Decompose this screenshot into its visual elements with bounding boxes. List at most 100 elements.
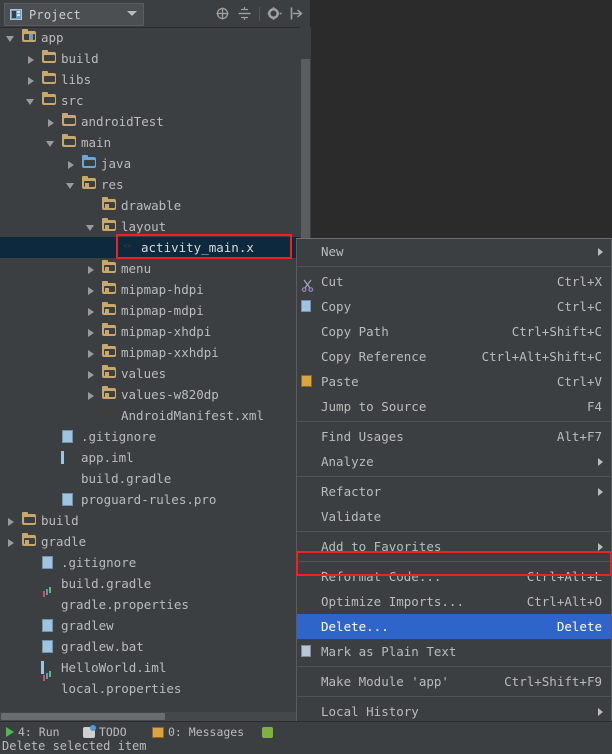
- settings-gear-icon[interactable]: [267, 6, 282, 21]
- folder-icon: [102, 304, 116, 317]
- menu-item[interactable]: Validate: [297, 504, 611, 529]
- project-file-tree[interactable]: appbuildlibssrcandroidTestmainjavaresdra…: [0, 27, 310, 712]
- tree-item[interactable]: gradlew.bat: [0, 636, 310, 657]
- menu-item-label: Cut: [321, 269, 344, 294]
- tree-item[interactable]: proguard-rules.pro: [0, 489, 310, 510]
- tree-item[interactable]: .gitignore: [0, 552, 310, 573]
- tree-item[interactable]: app.iml: [0, 447, 310, 468]
- tree-item[interactable]: app: [0, 27, 310, 48]
- tree-item[interactable]: menu: [0, 258, 310, 279]
- menu-item[interactable]: Add to Favorites: [297, 534, 611, 559]
- chevron-right-icon[interactable]: [28, 77, 34, 85]
- menu-separator: [297, 421, 611, 422]
- menu-item[interactable]: New: [297, 239, 611, 264]
- project-view-selector[interactable]: Project: [4, 3, 144, 26]
- chevron-down-icon[interactable]: [86, 225, 94, 231]
- tree-item[interactable]: build.gradle: [0, 573, 310, 594]
- tree-item-label: androidTest: [81, 111, 164, 132]
- tree-item[interactable]: values: [0, 363, 310, 384]
- submenu-arrow-icon: [598, 708, 603, 716]
- tree-item[interactable]: build.gradle: [0, 468, 310, 489]
- chevron-right-icon[interactable]: [88, 392, 94, 400]
- tree-item[interactable]: mipmap-mdpi: [0, 300, 310, 321]
- tree-item[interactable]: values-w820dp: [0, 384, 310, 405]
- menu-item[interactable]: CutCtrl+X: [297, 269, 611, 294]
- tree-item[interactable]: build: [0, 48, 310, 69]
- menu-item-label: Delete...: [321, 614, 389, 639]
- collapse-target-icon[interactable]: [215, 6, 230, 21]
- menu-item[interactable]: Jump to SourceF4: [297, 394, 611, 419]
- menu-item-shortcut: Alt+F7: [557, 424, 602, 449]
- tree-item[interactable]: res: [0, 174, 310, 195]
- tree-item[interactable]: libs: [0, 69, 310, 90]
- chevron-right-icon[interactable]: [88, 308, 94, 316]
- file-context-menu[interactable]: New CutCtrl+XCopyCtrl+CCopy PathCtrl+Shif…: [296, 238, 612, 754]
- tree-item[interactable]: local.properties: [0, 678, 310, 699]
- chevron-right-icon[interactable]: [28, 56, 34, 64]
- chevron-right-icon[interactable]: [88, 329, 94, 337]
- menu-item[interactable]: Optimize Imports...Ctrl+Alt+O: [297, 589, 611, 614]
- collapse-all-icon[interactable]: [237, 6, 252, 21]
- folder-icon: [42, 73, 56, 86]
- menu-separator: [297, 531, 611, 532]
- tree-item[interactable]: gradle: [0, 531, 310, 552]
- tree-item[interactable]: HelloWorld.iml: [0, 657, 310, 678]
- chevron-right-icon[interactable]: [8, 539, 14, 547]
- tree-item[interactable]: .gitignore: [0, 426, 310, 447]
- chevron-down-icon[interactable]: [127, 11, 137, 16]
- tree-item[interactable]: drawable: [0, 195, 310, 216]
- chevron-right-icon[interactable]: [88, 350, 94, 358]
- folder-icon: [102, 199, 116, 212]
- menu-item[interactable]: Copy PathCtrl+Shift+C: [297, 319, 611, 344]
- tree-item-label: build.gradle: [81, 468, 171, 489]
- chevron-right-icon[interactable]: [48, 119, 54, 127]
- menu-item[interactable]: PasteCtrl+V: [297, 369, 611, 394]
- chevron-right-icon[interactable]: [88, 287, 94, 295]
- menu-item-label: Make Module 'app': [321, 669, 449, 694]
- tree-item[interactable]: layout: [0, 216, 310, 237]
- chevron-down-icon[interactable]: [66, 183, 74, 189]
- menu-item[interactable]: CopyCtrl+C: [297, 294, 611, 319]
- tree-item[interactable]: java: [0, 153, 310, 174]
- tree-item[interactable]: mipmap-xhdpi: [0, 321, 310, 342]
- tree-item[interactable]: mipmap-hdpi: [0, 279, 310, 300]
- chevron-down-icon[interactable]: [26, 99, 34, 105]
- tree-item[interactable]: build: [0, 510, 310, 531]
- chevron-right-icon[interactable]: [88, 266, 94, 274]
- menu-item-shortcut: Ctrl+Shift+F9: [504, 669, 602, 694]
- menu-item[interactable]: Make Module 'app' Ctrl+Shift+F9: [297, 669, 611, 694]
- cut-icon: [301, 275, 314, 288]
- chevron-right-icon[interactable]: [68, 161, 74, 169]
- hide-panel-icon[interactable]: [289, 6, 304, 21]
- tree-vertical-scrollbar[interactable]: [301, 59, 310, 241]
- menu-item[interactable]: Analyze: [297, 449, 611, 474]
- chevron-right-icon[interactable]: [8, 518, 14, 526]
- tree-item[interactable]: gradlew: [0, 615, 310, 636]
- menu-item-shortcut: Ctrl+Alt+L: [527, 564, 602, 589]
- tree-item[interactable]: mipmap-xxhdpi: [0, 342, 310, 363]
- chevron-down-icon[interactable]: [46, 141, 54, 147]
- menu-item[interactable]: Refactor: [297, 479, 611, 504]
- tree-item[interactable]: gradle.properties: [0, 594, 310, 615]
- tree-item-label: menu: [121, 258, 151, 279]
- tree-item[interactable]: androidTest: [0, 111, 310, 132]
- menu-item[interactable]: Reformat Code...Ctrl+Alt+L: [297, 564, 611, 589]
- copy-icon: [301, 300, 311, 312]
- chevron-right-icon[interactable]: [88, 371, 94, 379]
- tree-item-label: HelloWorld.iml: [61, 657, 166, 678]
- project-module-icon: [10, 8, 23, 21]
- tree-item[interactable]: activity_main.x: [0, 237, 310, 258]
- tree-item-label: java: [101, 153, 131, 174]
- tool-button-messages[interactable]: 0: Messages: [152, 722, 244, 742]
- menu-item[interactable]: Copy ReferenceCtrl+Alt+Shift+C: [297, 344, 611, 369]
- menu-item[interactable]: Find UsagesAlt+F7: [297, 424, 611, 449]
- tree-horizontal-scrollbar[interactable]: [1, 713, 165, 720]
- tool-button-plugin[interactable]: [262, 722, 273, 742]
- tree-item[interactable]: src: [0, 90, 310, 111]
- chevron-down-icon[interactable]: [6, 36, 14, 42]
- folder-icon: [102, 367, 116, 380]
- tree-item[interactable]: main: [0, 132, 310, 153]
- menu-item[interactable]: Delete...Delete: [297, 614, 611, 639]
- menu-item[interactable]: Mark as Plain Text: [297, 639, 611, 664]
- tree-item[interactable]: AndroidManifest.xml: [0, 405, 310, 426]
